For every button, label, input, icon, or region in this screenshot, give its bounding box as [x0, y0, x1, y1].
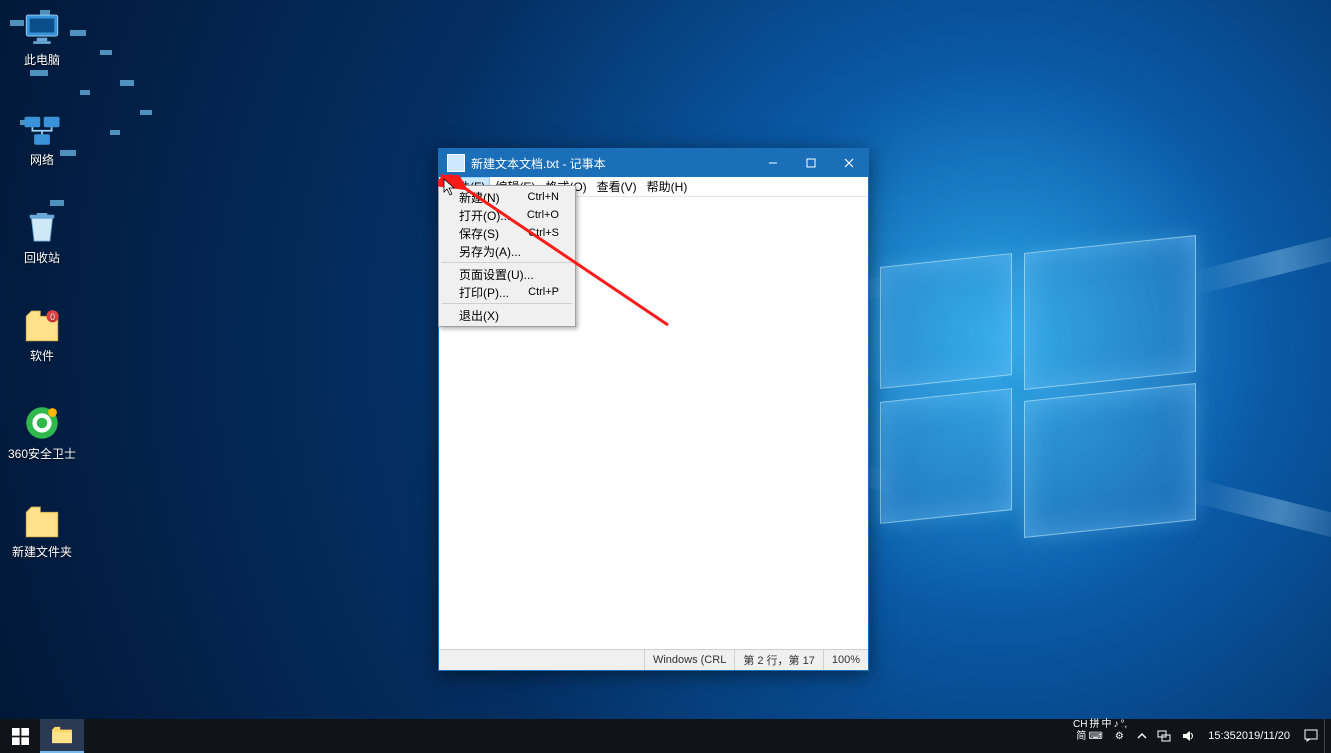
tray-date: 2019/11/20 — [1236, 730, 1290, 743]
desktop-icon-new-folder[interactable]: 新建文件夹 — [4, 500, 80, 559]
menu-item-shortcut: Ctrl+S — [528, 227, 559, 239]
wallpaper-logo-pane — [880, 388, 1012, 524]
desktop-icon-label: 360安全卫士 — [4, 447, 80, 461]
maximize-button[interactable] — [792, 149, 830, 177]
file-menu-item[interactable]: 打印(P)...Ctrl+P — [441, 283, 573, 301]
wallpaper-logo-pane — [880, 253, 1012, 389]
file-menu-item[interactable]: 另存为(A)... — [441, 242, 573, 260]
menu-item-shortcut: Ctrl+N — [528, 191, 559, 203]
desktop-icon-software[interactable]: 0 软件 — [4, 304, 80, 363]
close-button[interactable] — [830, 149, 868, 177]
wallpaper-beam — [1190, 479, 1331, 546]
desktop-icon-label: 软件 — [4, 349, 80, 363]
wallpaper-beam — [1190, 229, 1331, 296]
desktop-icon-this-pc[interactable]: 此电脑 — [4, 8, 80, 67]
start-button[interactable] — [0, 719, 40, 753]
wallpaper-logo-pane — [1024, 383, 1196, 538]
show-desktop-button[interactable] — [1324, 719, 1331, 753]
file-menu-item[interactable]: 保存(S)Ctrl+S — [441, 224, 573, 242]
menu-item-label: 保存(S) — [459, 225, 528, 242]
menu-item-label: 新建(N) — [459, 189, 528, 206]
desktop-icon-360[interactable]: 360安全卫士 — [4, 402, 80, 461]
file-menu-item[interactable]: 打开(O)...Ctrl+O — [441, 206, 573, 224]
desktop-icon-label: 新建文件夹 — [4, 545, 80, 559]
cursor-icon — [443, 178, 457, 196]
menu-item-label: 页面设置(U)... — [459, 266, 559, 283]
tray-notifications-icon[interactable] — [1298, 719, 1324, 753]
menu-item-label: 另存为(A)... — [459, 243, 559, 260]
desktop-icon-network[interactable]: 网络 — [4, 108, 80, 167]
minimize-button[interactable] — [754, 149, 792, 177]
menu-help[interactable]: 帮助(H) — [642, 177, 693, 196]
desktop-icon-label: 网络 — [4, 153, 80, 167]
wallpaper-logo-pane — [1024, 235, 1196, 390]
menu-item-label: 打开(O)... — [459, 207, 527, 224]
status-position: 第 2 行，第 17 — [734, 650, 823, 670]
tray-clock[interactable]: 15:35 2019/11/20 — [1200, 719, 1298, 753]
desktop-icon-label: 回收站 — [4, 251, 80, 265]
file-menu-item[interactable]: 新建(N)Ctrl+N — [441, 188, 573, 206]
titlebar[interactable]: 新建文本文档.txt - 记事本 — [439, 149, 868, 177]
svg-text:0: 0 — [50, 312, 55, 322]
tray-time: 15:35 — [1208, 730, 1236, 743]
menu-separator — [442, 262, 572, 263]
ime-indicator[interactable]: CH 拼 中 ♪ °, 简 ⌨ ⚙ — [1068, 719, 1132, 753]
menu-item-shortcut: Ctrl+P — [528, 286, 559, 298]
taskbar-app-explorer[interactable] — [40, 719, 84, 753]
status-encoding: Windows (CRL — [644, 650, 734, 670]
tray-volume-icon[interactable] — [1176, 719, 1200, 753]
desktop[interactable]: 此电脑 网络 回收站 0 软件 360安全卫士 新建文件夹 新建文本文档.txt… — [0, 0, 1331, 753]
menu-separator — [442, 303, 572, 304]
notepad-icon — [447, 154, 465, 172]
file-menu-item[interactable]: 退出(X) — [441, 306, 573, 324]
menu-item-shortcut: Ctrl+O — [527, 209, 559, 221]
taskbar[interactable]: CH 拼 中 ♪ °, 简 ⌨ ⚙ 15:35 2019/11/20 — [0, 719, 1331, 753]
system-tray[interactable]: CH 拼 中 ♪ °, 简 ⌨ ⚙ 15:35 2019/11/20 — [1068, 719, 1331, 753]
window-title: 新建文本文档.txt - 记事本 — [471, 155, 754, 172]
file-menu-item[interactable]: 页面设置(U)... — [441, 265, 573, 283]
menu-item-label: 打印(P)... — [459, 284, 528, 301]
statusbar: Windows (CRL 第 2 行，第 17 100% — [439, 649, 868, 670]
file-menu-dropdown[interactable]: 新建(N)Ctrl+N打开(O)...Ctrl+O保存(S)Ctrl+S另存为(… — [438, 185, 576, 327]
desktop-icon-label: 此电脑 — [4, 53, 80, 67]
status-zoom: 100% — [823, 650, 868, 670]
menu-item-label: 退出(X) — [459, 307, 559, 324]
tray-overflow-icon[interactable] — [1132, 719, 1152, 753]
tray-network-icon[interactable] — [1152, 719, 1176, 753]
desktop-icon-recycle-bin[interactable]: 回收站 — [4, 206, 80, 265]
menu-view[interactable]: 查看(V) — [592, 177, 642, 196]
